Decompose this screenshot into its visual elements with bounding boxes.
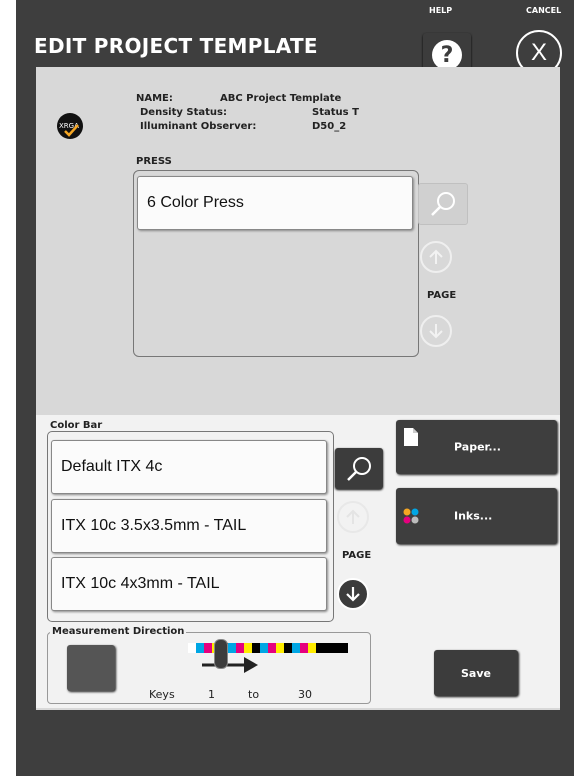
save-button[interactable]: Save [434, 650, 518, 696]
color-bar-page-up-button[interactable] [337, 501, 369, 533]
color-strip-patch [308, 643, 316, 653]
keys-label: Keys [149, 688, 175, 701]
press-label: PRESS [136, 156, 172, 167]
color-strip-patch [340, 643, 348, 653]
keys-to-value: 30 [298, 688, 312, 701]
inks-button[interactable]: Inks... [396, 488, 557, 544]
close-icon: X [530, 39, 547, 66]
help-label: HELP [429, 6, 453, 15]
name-label: NAME: [136, 93, 173, 104]
color-strip-patch [276, 643, 284, 653]
color-bar-page-label: PAGE [342, 550, 372, 561]
question-mark-icon: ? [432, 40, 462, 70]
press-page-down-button[interactable] [420, 315, 452, 347]
arrow-up-icon [429, 249, 443, 264]
color-bar-item[interactable]: ITX 10c 4x3mm - TAIL [51, 557, 327, 611]
press-search-button[interactable] [418, 183, 468, 225]
color-strip-patch [260, 643, 268, 653]
color-strip-patch [268, 643, 276, 653]
ink-drops-icon [403, 508, 419, 524]
keys-from-value: 1 [208, 688, 215, 701]
color-strip-patch [284, 643, 292, 653]
direction-slider-handle[interactable] [214, 639, 228, 669]
illuminant-label: Illuminant Observer: [140, 121, 257, 132]
color-strip-patch [332, 643, 340, 653]
app-frame: EDIT PROJECT TEMPLATE HELP CANCEL ? X XR… [0, 0, 584, 776]
main-panel: XRGA NAME: ABC Project Template Density … [36, 67, 560, 710]
document-icon [404, 428, 418, 446]
color-strip-patch [292, 643, 300, 653]
color-bar-item[interactable]: Default ITX 4c [51, 440, 327, 494]
paper-button[interactable]: Paper... [396, 420, 557, 474]
press-page-up-button[interactable] [420, 241, 452, 273]
density-value: Status T [312, 107, 359, 118]
xrga-logo: XRGA [57, 113, 83, 139]
press-page-label: PAGE [427, 290, 457, 301]
search-icon [347, 456, 371, 481]
arrow-down-icon [429, 324, 443, 339]
keys-to-label: to [248, 688, 260, 701]
arrow-down-icon [346, 587, 360, 602]
color-strip-patch [188, 643, 196, 653]
direction-arrow-icon [202, 657, 258, 673]
page-title: EDIT PROJECT TEMPLATE [34, 34, 318, 58]
color-bar-label: Color Bar [50, 420, 103, 431]
color-strip-patch [316, 643, 324, 653]
paper-button-label: Paper... [454, 440, 501, 454]
color-bar-item[interactable]: ITX 10c 3.5x3.5mm - TAIL [51, 499, 327, 553]
color-strip-patch [324, 643, 332, 653]
measurement-direction-toggle[interactable] [67, 645, 115, 691]
name-value: ABC Project Template [220, 93, 342, 104]
color-strip-patch [300, 643, 308, 653]
cancel-label: CANCEL [526, 6, 562, 15]
illuminant-value: D50_2 [312, 121, 347, 132]
press-item[interactable]: 6 Color Press [137, 176, 413, 230]
arrow-up-icon [346, 509, 360, 524]
inks-button-label: Inks... [454, 509, 493, 523]
density-label: Density Status: [140, 107, 227, 118]
measurement-direction-label: Measurement Direction [50, 626, 187, 637]
search-icon [431, 192, 455, 216]
color-bar-search-button[interactable] [335, 448, 383, 489]
color-bar-page-down-button[interactable] [337, 578, 369, 610]
